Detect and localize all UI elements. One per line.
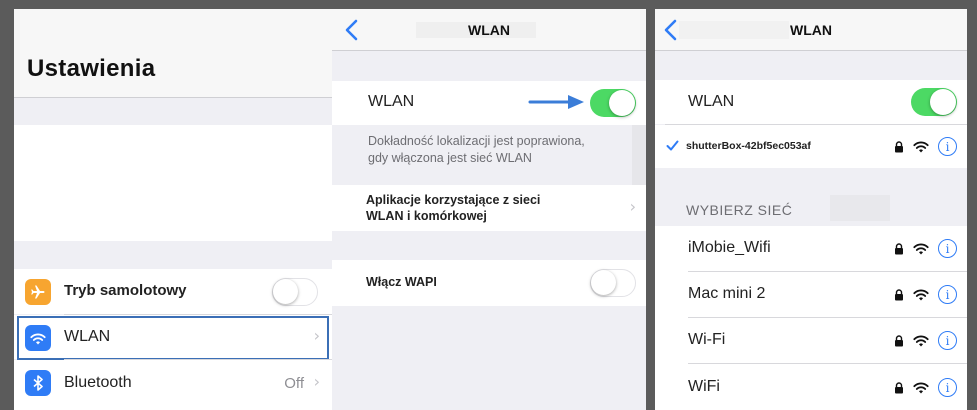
section-header: WYBIERZ SIEĆ	[686, 202, 793, 218]
blurred-area	[632, 125, 646, 185]
list-item[interactable]: iMobie_Wifi i	[655, 226, 967, 271]
wifi-icon	[913, 335, 929, 347]
airplane-mode-row: Tryb samolotowy	[14, 269, 332, 314]
wifi-icon	[913, 382, 929, 394]
list-item[interactable]: Wi-Fi i	[655, 318, 967, 363]
info-icon[interactable]: i	[938, 239, 957, 258]
wlan-label: WLAN	[368, 93, 415, 110]
blurred-area	[679, 21, 789, 39]
wifi-icon	[913, 289, 929, 301]
info-icon[interactable]: i	[938, 378, 957, 397]
apps-label: Aplikacje korzystające z sieci WLAN i ko…	[366, 192, 540, 224]
sidebar-item-bluetooth[interactable]: Bluetooth Off ›	[14, 360, 332, 410]
wlan-toggle-row: WLAN	[655, 80, 967, 124]
network-name: Wi-Fi	[688, 331, 726, 348]
airplane-toggle[interactable]	[272, 278, 318, 306]
page-title: Ustawienia	[27, 55, 156, 82]
wifi-icon	[25, 325, 51, 351]
wapi-row: Włącz WAPI	[332, 260, 646, 306]
lock-icon	[895, 242, 903, 254]
bluetooth-label: Bluetooth	[64, 374, 132, 391]
checkmark-icon	[666, 140, 679, 151]
nav-title: WLAN	[790, 21, 832, 38]
lock-icon	[895, 334, 903, 346]
wlan-toggle[interactable]	[911, 88, 957, 116]
nav-bar: WLAN	[332, 9, 646, 51]
nav-title: WLAN	[468, 21, 510, 38]
chevron-right-icon: ›	[313, 326, 320, 345]
wifi-icon	[913, 141, 929, 153]
wlan-settings-panel: WLAN WLAN Dokładność lokalizacji jest po…	[332, 9, 646, 410]
apps-label-line: Aplikacje korzystające z sieci	[366, 193, 541, 207]
chevron-right-icon: ›	[629, 197, 636, 216]
connected-network-row[interactable]: shutterBox-42bf5ec053af i	[655, 125, 967, 168]
wlan-label: WLAN	[688, 93, 735, 110]
wifi-icon	[913, 243, 929, 255]
wlan-toggle[interactable]	[590, 89, 636, 117]
blurred-area	[830, 195, 890, 221]
network-name: Mac mini 2	[688, 285, 766, 302]
info-icon[interactable]: i	[938, 285, 957, 304]
airplane-icon	[25, 279, 51, 305]
list-item[interactable]: WiFi i	[655, 364, 967, 410]
lock-icon	[895, 288, 903, 300]
network-name: iMobie_Wifi	[688, 239, 771, 256]
chevron-right-icon: ›	[313, 372, 320, 391]
nav-bar: WLAN	[655, 9, 967, 51]
settings-panel: Ustawienia Tryb samolotowy WLAN › Blueto…	[14, 9, 332, 410]
wapi-label: Włącz WAPI	[366, 275, 437, 289]
apps-label-line: WLAN i komórkowej	[366, 209, 487, 223]
wlan-toggle-row: WLAN	[332, 81, 646, 125]
airplane-label: Tryb samolotowy	[64, 282, 187, 299]
back-chevron-icon[interactable]	[340, 17, 366, 43]
lock-icon	[895, 381, 903, 393]
footnote-line: gdy włączona jest sieć WLAN	[368, 151, 532, 165]
info-icon[interactable]: i	[938, 137, 957, 156]
network-name: WiFi	[688, 378, 720, 395]
connected-network-name: shutterBox-42bf5ec053af	[686, 140, 811, 152]
wlan-networks-panel: WLAN WLAN shutterBox-42bf5ec053af i WYBI…	[655, 9, 967, 410]
bluetooth-value: Off	[284, 375, 304, 392]
bluetooth-icon	[25, 370, 51, 396]
arrow-icon	[528, 95, 584, 109]
wapi-toggle[interactable]	[590, 269, 636, 297]
profile-card[interactable]	[14, 125, 332, 241]
footnote-line: Dokładność lokalizacji jest poprawiona,	[368, 134, 585, 148]
settings-header: Ustawienia	[14, 9, 332, 98]
info-icon[interactable]: i	[938, 331, 957, 350]
sidebar-item-wlan[interactable]: WLAN ›	[14, 315, 332, 360]
apps-wlan-cellular-row[interactable]: Aplikacje korzystające z sieci WLAN i ko…	[332, 185, 646, 231]
list-item[interactable]: Mac mini 2 i	[655, 272, 967, 317]
lock-icon	[895, 140, 903, 152]
footnote: Dokładność lokalizacji jest poprawiona, …	[368, 133, 585, 167]
wlan-label: WLAN	[64, 328, 111, 345]
